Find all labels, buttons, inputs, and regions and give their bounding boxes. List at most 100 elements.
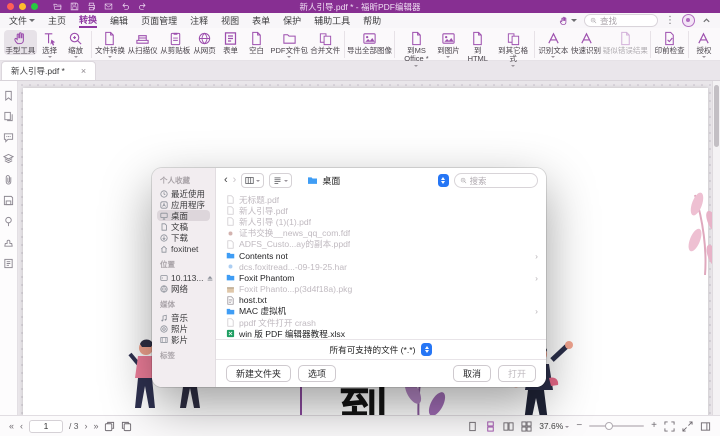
print-icon[interactable] bbox=[87, 2, 96, 11]
form-button[interactable]: 表单 bbox=[218, 30, 244, 55]
menu-help[interactable]: 帮助 bbox=[363, 14, 381, 28]
document-tab[interactable]: 新人引导.pdf * × bbox=[1, 61, 96, 80]
close-window-button[interactable] bbox=[7, 3, 14, 10]
eject-icon[interactable] bbox=[206, 274, 214, 282]
sidebar-item-recents[interactable]: 最近使用 bbox=[157, 188, 210, 199]
pdf-portfolio-button[interactable]: PDF文件包 bbox=[270, 30, 309, 58]
file-row[interactable]: host.txt bbox=[226, 295, 538, 306]
destinations-icon[interactable] bbox=[3, 216, 14, 227]
minimize-window-button[interactable] bbox=[19, 3, 26, 10]
facing-pages-view-icon[interactable] bbox=[503, 421, 514, 432]
bookmarks-icon[interactable] bbox=[3, 90, 14, 101]
file-type-filter[interactable]: 所有可支持的文件 (*.*) bbox=[216, 339, 546, 359]
from-webpage-button[interactable]: 从网页 bbox=[192, 30, 218, 55]
save-icon[interactable] bbox=[70, 2, 79, 11]
combine-files-button[interactable]: 合并文件 bbox=[309, 30, 342, 55]
file-row[interactable]: 新人引导.pdf bbox=[226, 205, 538, 216]
sidebar-item-movies[interactable]: 影片 bbox=[157, 334, 210, 345]
export-all-images-button[interactable]: 导出全部图像 bbox=[347, 30, 393, 55]
back-button[interactable]: ‹ bbox=[224, 175, 228, 186]
to-other-format-button[interactable]: 到其它格式 bbox=[494, 30, 532, 67]
undo-icon[interactable] bbox=[121, 2, 130, 11]
close-tab-icon[interactable]: × bbox=[81, 67, 86, 76]
signatures-icon[interactable] bbox=[3, 195, 14, 206]
from-scanner-button[interactable]: 从扫描仪 bbox=[126, 30, 159, 55]
vertical-scrollbar[interactable] bbox=[712, 81, 720, 415]
sidebar-item-downloads[interactable]: 下载 bbox=[157, 232, 210, 243]
to-html-button[interactable]: 到 HTML bbox=[461, 30, 494, 64]
account-avatar[interactable] bbox=[682, 14, 695, 27]
folder-row[interactable]: MAC 虚拟机› bbox=[226, 306, 538, 317]
cancel-button[interactable]: 取消 bbox=[453, 365, 491, 382]
sidebar-item-desktop[interactable]: 桌面 bbox=[157, 210, 210, 221]
to-image-button[interactable]: 到图片 bbox=[435, 30, 461, 58]
to-ms-office-button[interactable]: 到MS Office * bbox=[397, 30, 435, 67]
menu-file[interactable]: 文件 bbox=[9, 14, 35, 28]
redo-icon[interactable] bbox=[138, 2, 147, 11]
dialog-search-box[interactable] bbox=[454, 173, 538, 188]
maximize-window-button[interactable] bbox=[31, 3, 38, 10]
find-input[interactable] bbox=[600, 16, 652, 26]
list-view-button[interactable] bbox=[269, 173, 292, 188]
file-row[interactable]: 新人引导 (1)(1).pdf bbox=[226, 216, 538, 227]
sidebar-item-server[interactable]: 10.113... bbox=[157, 272, 210, 283]
find-box[interactable] bbox=[584, 14, 658, 27]
next-view-icon[interactable] bbox=[121, 421, 132, 432]
fields-icon[interactable] bbox=[3, 258, 14, 269]
folder-row[interactable]: Contents not› bbox=[226, 250, 538, 261]
zoom-in-button[interactable]: + bbox=[651, 421, 657, 431]
page-thumbnails-icon[interactable] bbox=[3, 111, 14, 122]
dialog-search-input[interactable] bbox=[470, 176, 532, 186]
sidebar-item-documents[interactable]: 文稿 bbox=[157, 221, 210, 232]
attachments-icon[interactable] bbox=[3, 174, 14, 185]
zoom-tool-button[interactable]: 缩放 bbox=[63, 30, 89, 58]
sidebar-item-applications[interactable]: 应用程序 bbox=[157, 199, 210, 210]
zoom-slider[interactable] bbox=[589, 425, 644, 427]
previous-page-button[interactable]: ‹ bbox=[20, 421, 23, 431]
mail-icon[interactable] bbox=[104, 2, 113, 11]
file-row[interactable]: win 版 PDF 编辑器教程.xlsx bbox=[226, 328, 538, 339]
first-page-button[interactable]: « bbox=[9, 421, 14, 431]
menu-view[interactable]: 视图 bbox=[221, 14, 239, 28]
last-page-button[interactable]: » bbox=[93, 421, 98, 431]
select-tool-button[interactable]: 选择 bbox=[37, 30, 63, 58]
authorize-button[interactable]: 授权 bbox=[691, 30, 717, 58]
sidebar-item-network[interactable]: 网络 bbox=[157, 283, 210, 294]
layers-icon[interactable] bbox=[3, 153, 14, 164]
options-button[interactable]: 选项 bbox=[298, 365, 336, 382]
location-dropdown[interactable]: 桌面 bbox=[307, 174, 448, 187]
menu-form[interactable]: 表单 bbox=[252, 14, 270, 28]
fit-page-icon[interactable] bbox=[664, 421, 675, 432]
menu-home[interactable]: 主页 bbox=[48, 14, 66, 28]
menu-convert[interactable]: 转换 bbox=[79, 13, 97, 28]
read-mode-icon[interactable] bbox=[700, 421, 711, 432]
stamps-icon[interactable] bbox=[3, 237, 14, 248]
previous-view-icon[interactable] bbox=[104, 421, 115, 432]
zoom-out-button[interactable]: − bbox=[576, 421, 582, 431]
menu-page-management[interactable]: 页面管理 bbox=[141, 14, 177, 28]
folder-row[interactable]: Foxit Phantom› bbox=[226, 272, 538, 283]
single-page-view-icon[interactable] bbox=[467, 421, 478, 432]
next-page-button[interactable]: › bbox=[84, 421, 87, 431]
column-view-button[interactable] bbox=[241, 173, 264, 188]
sidebar-item-photos[interactable]: 照片 bbox=[157, 323, 210, 334]
file-row[interactable]: 无标题.pdf bbox=[226, 194, 538, 205]
page-number-input[interactable] bbox=[29, 420, 63, 433]
comments-icon[interactable] bbox=[3, 132, 14, 143]
forward-button[interactable]: › bbox=[233, 175, 237, 186]
hand-tool-button[interactable]: 手型工具 bbox=[4, 30, 37, 55]
preflight-button[interactable]: 印前检查 bbox=[653, 30, 686, 55]
menu-protect[interactable]: 保护 bbox=[283, 14, 301, 28]
file-convert-button[interactable]: 文件转换 bbox=[94, 30, 127, 58]
menu-edit[interactable]: 编辑 bbox=[110, 14, 128, 28]
more-options-icon[interactable]: ⋮ bbox=[665, 16, 675, 26]
file-row[interactable]: 证书交换__news_qq_com.fdf bbox=[226, 228, 538, 239]
recognize-text-button[interactable]: 识别文本 bbox=[537, 30, 570, 58]
from-clipboard-button[interactable]: 从剪贴板 bbox=[159, 30, 192, 55]
fullscreen-icon[interactable] bbox=[682, 421, 693, 432]
menu-comment[interactable]: 注释 bbox=[190, 14, 208, 28]
continuous-view-icon[interactable] bbox=[485, 421, 496, 432]
blank-document-button[interactable]: 空白 bbox=[244, 30, 270, 55]
sidebar-item-music[interactable]: 音乐 bbox=[157, 312, 210, 323]
open-icon[interactable] bbox=[53, 2, 62, 11]
